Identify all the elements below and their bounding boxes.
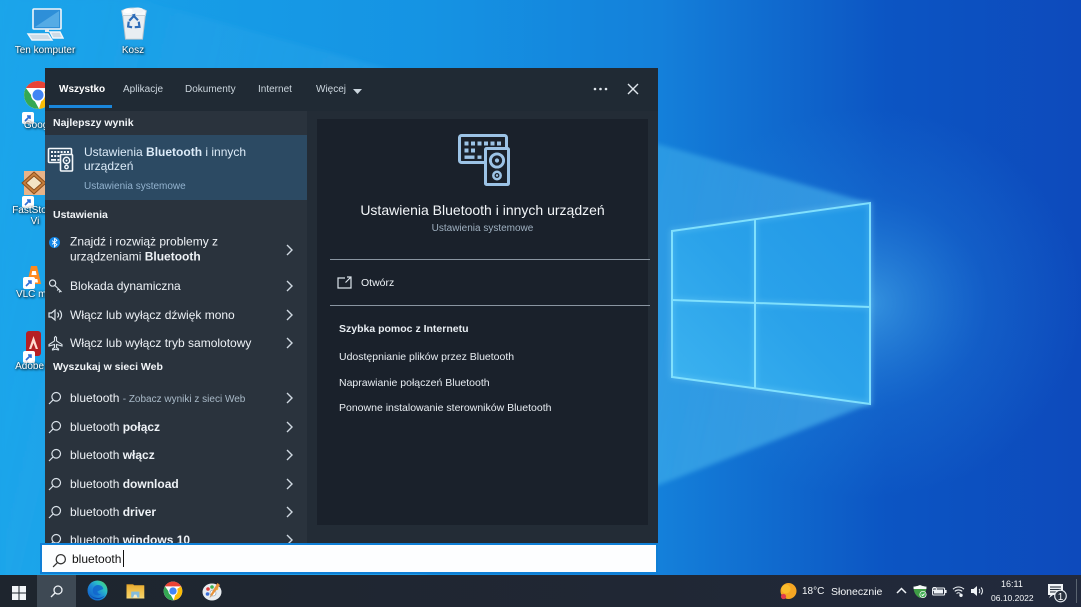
svg-text:1: 1 <box>1058 592 1064 603</box>
